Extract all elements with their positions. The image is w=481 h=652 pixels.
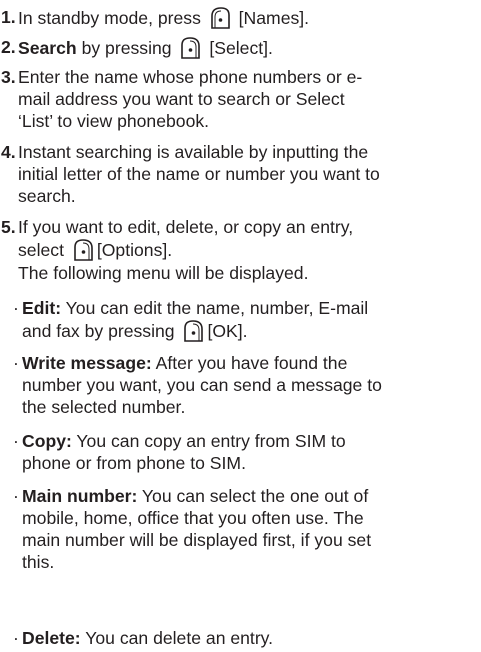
option-delete: · Delete: You can delete an entry. (10, 627, 480, 649)
step-bold-text: Search (18, 38, 77, 58)
step-line: select [Options]. (18, 238, 478, 262)
option-text: After you have found the (155, 353, 348, 373)
option-line: main number will be displayed first, if … (22, 530, 372, 550)
bullet-dot: · (13, 431, 19, 451)
step-3: 3. Enter the name whose phone numbers or… (0, 66, 478, 132)
bullet-dot: · (13, 298, 19, 318)
step-text: select (18, 240, 64, 260)
right-soft-key-icon (179, 36, 202, 60)
option-title: Delete: (22, 628, 81, 648)
bullet-dot: · (13, 628, 19, 648)
step-line: search. (18, 186, 76, 206)
option-edit: · Edit: You can edit the name, number, E… (10, 297, 480, 343)
step-2: 2. Search by pressing [Select]. (0, 36, 478, 60)
option-text: You can delete an entry. (85, 628, 274, 648)
option-line: number you want, you can send a message … (22, 375, 382, 395)
key-label: [Options]. (96, 240, 173, 260)
option-line: Main number: You can select the one out … (22, 485, 480, 507)
step-line: ‘List’ to view phonebook. (18, 111, 210, 131)
key-label: [Select]. (209, 38, 273, 58)
option-line: the selected number. (22, 397, 186, 417)
option-write-message: · Write message: After you have found th… (10, 352, 480, 418)
step-line: The following menu will be displayed. (18, 263, 309, 283)
step-number: 4. (1, 142, 16, 162)
option-title: Main number: (22, 486, 138, 506)
option-line: Delete: You can delete an entry. (22, 627, 480, 649)
step-text: by pressing (81, 38, 172, 58)
step-line: initial letter of the name or number you… (18, 164, 380, 184)
left-soft-key-icon (209, 6, 232, 30)
step-number: 3. (1, 67, 16, 87)
option-line: this. (22, 552, 55, 572)
step-number: 2. (1, 37, 16, 57)
step-number: 5. (1, 217, 16, 237)
option-line: Copy: You can copy an entry from SIM to (22, 430, 480, 452)
option-title: Copy: (22, 431, 72, 451)
step-line: mail address you want to search or Selec… (18, 89, 345, 109)
option-title: Edit: (22, 298, 62, 318)
step-line: If you want to edit, delete, or copy an … (18, 217, 354, 237)
option-text: You can edit the name, number, E-mail (65, 298, 369, 318)
option-line: mobile, home, office that you often use.… (22, 508, 364, 528)
option-line: Edit: You can edit the name, number, E-m… (22, 297, 480, 319)
key-label: [OK]. (207, 321, 248, 341)
option-line: Write message: After you have found the (22, 352, 480, 374)
bullet-dot: · (13, 353, 19, 373)
option-main-number: · Main number: You can select the one ou… (10, 485, 480, 573)
step-1: 1. In standby mode, press [Names]. (0, 6, 478, 30)
step-5: 5. If you want to edit, delete, or copy … (0, 216, 478, 284)
key-label: [Names]. (238, 8, 310, 28)
step-text: In standby mode, press (18, 8, 201, 28)
option-line: and fax by pressing [OK]. (22, 319, 480, 343)
option-line: phone or from phone to SIM. (22, 453, 246, 473)
option-copy: · Copy: You can copy an entry from SIM t… (10, 430, 480, 474)
option-text: You can copy an entry from SIM to (76, 431, 346, 451)
step-line: Enter the name whose phone numbers or e- (18, 67, 363, 87)
step-line: Instant searching is available by inputt… (18, 142, 369, 162)
option-text: and fax by pressing (22, 321, 175, 341)
step-4: 4. Instant searching is available by inp… (0, 141, 478, 207)
step-number: 1. (1, 7, 16, 27)
right-soft-key-icon (182, 319, 205, 343)
option-text: You can select the one out of (141, 486, 369, 506)
bullet-dot: · (13, 486, 19, 506)
option-title: Write message: (22, 353, 152, 373)
right-soft-key-icon (72, 238, 95, 262)
